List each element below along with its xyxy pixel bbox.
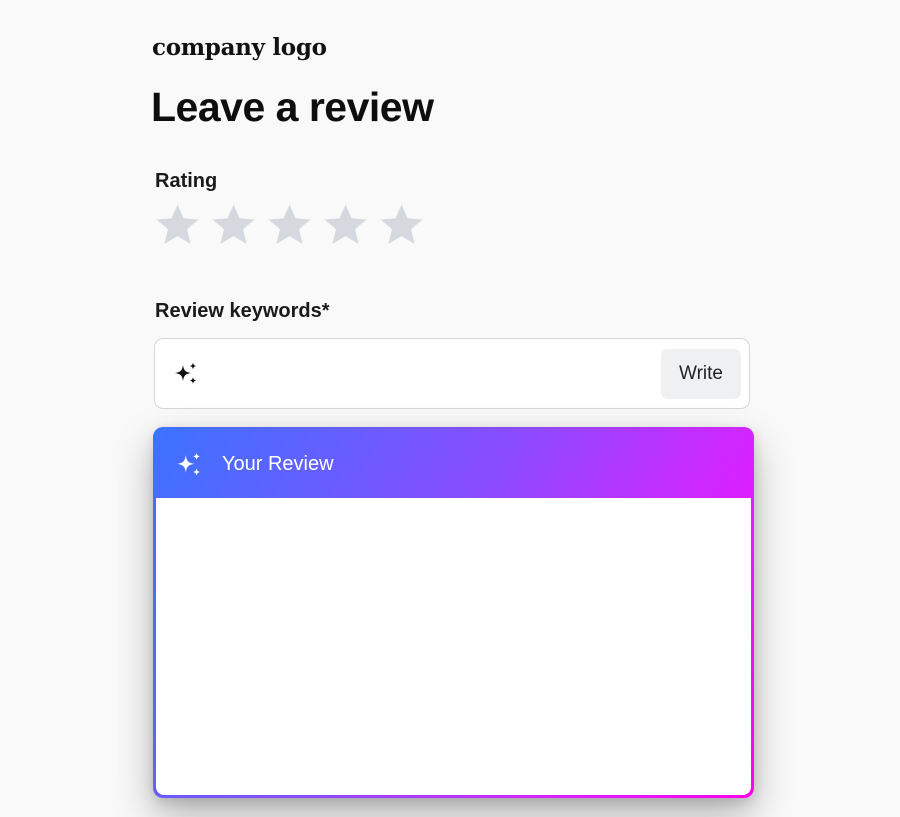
review-header-label: Your Review (222, 453, 334, 475)
review-page: company logo Leave a review Rating Revie… (0, 0, 900, 817)
star-5-icon[interactable] (378, 200, 425, 250)
review-card: Your Review (153, 427, 754, 798)
review-textarea[interactable] (156, 498, 751, 795)
star-1-icon[interactable] (154, 200, 201, 250)
write-button[interactable]: Write (661, 349, 741, 399)
sparkle-icon (175, 362, 197, 384)
star-3-icon[interactable] (266, 200, 313, 250)
company-logo: company logo (152, 34, 327, 61)
keywords-label: Review keywords* (155, 300, 330, 322)
keywords-input[interactable] (209, 349, 649, 397)
star-rating (154, 200, 425, 250)
star-2-icon[interactable] (210, 200, 257, 250)
rating-label: Rating (155, 170, 218, 192)
keywords-field: Write (154, 338, 750, 409)
sparkle-icon (177, 452, 201, 476)
review-header: Your Review (156, 430, 751, 498)
star-4-icon[interactable] (322, 200, 369, 250)
page-title: Leave a review (151, 84, 434, 130)
